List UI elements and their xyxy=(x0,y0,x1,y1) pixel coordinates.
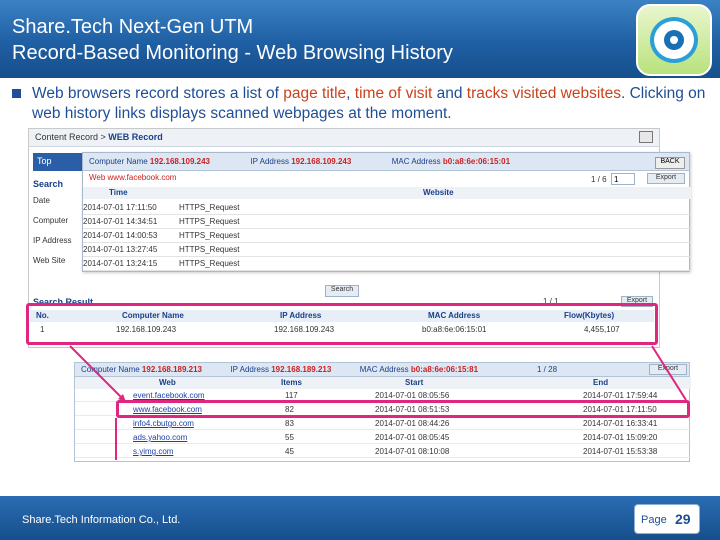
col-end: End xyxy=(593,378,609,387)
summary-column-header: Web Items Start End xyxy=(75,377,691,389)
bullet-text: , xyxy=(346,85,355,102)
highlight-page-title: page title xyxy=(283,85,347,102)
row-time: 2014-07-01 13:27:45 xyxy=(83,245,158,254)
page-badge: Page 29 xyxy=(634,504,700,534)
tab-top[interactable]: Top xyxy=(33,153,83,171)
table-row[interactable]: info4.cbutgo.com 83 2014-07-01 08:44:26 … xyxy=(75,418,691,430)
annotation-highlight-result xyxy=(26,303,658,345)
bullet-text: Web browsers record stores a list of xyxy=(32,85,284,102)
bullet-paragraph: Web browsers record stores a list of pag… xyxy=(12,84,712,124)
cell-end: 2014-07-01 17:59:44 xyxy=(583,391,658,400)
bullet-text: and xyxy=(432,85,467,102)
row-site: HTTPS_Request xyxy=(179,259,240,268)
breadcrumb: Content Record > WEB Record xyxy=(29,129,659,147)
search-section-label: Search xyxy=(33,179,64,189)
ip-address-label: IP Address xyxy=(33,236,72,245)
table-row[interactable]: 2014-07-01 14:00:53 HTTPS_Request xyxy=(83,229,691,243)
row-site: HTTPS_Request xyxy=(179,245,240,254)
ip-address-label: IP Address xyxy=(250,157,289,166)
computer-name-value: 192.168.109.243 xyxy=(149,157,210,166)
col-web: Web xyxy=(159,378,176,387)
row-time: 2014-07-01 14:00:53 xyxy=(83,231,158,240)
page-label: Page xyxy=(641,514,667,526)
cell-start: 2014-07-01 08:05:56 xyxy=(375,391,450,400)
web-link[interactable]: info4.cbutgo.com xyxy=(133,419,194,428)
summary-header: Computer Name 192.168.189.213 IP Address… xyxy=(75,363,689,377)
mac-address-value: b0:a8:6e:06:15:01 xyxy=(442,157,511,166)
cell-items: 45 xyxy=(285,447,294,456)
col-start: Start xyxy=(405,378,424,387)
cell-end: 2014-07-01 16:33:41 xyxy=(583,419,658,428)
ip-address-value: 192.168.109.243 xyxy=(291,157,352,166)
row-time: 2014-07-01 14:34:51 xyxy=(83,217,158,226)
page-number: 29 xyxy=(675,511,691,527)
row-time: 2014-07-01 17:11:50 xyxy=(83,203,157,212)
web-link[interactable]: ads.yahoo.com xyxy=(133,433,187,442)
row-time: 2014-07-01 13:24:15 xyxy=(83,259,158,268)
table-row[interactable]: 2014-07-01 13:27:45 HTTPS_Request xyxy=(83,243,691,257)
computer-name-value: 192.168.189.213 xyxy=(141,365,202,374)
cell-items: 55 xyxy=(285,433,294,442)
row-site: HTTPS_Request xyxy=(179,203,240,212)
mac-address-label: MAC Address xyxy=(391,157,441,166)
site-link[interactable]: Web www.facebook.com xyxy=(89,173,176,182)
search-button[interactable]: Search xyxy=(325,285,359,297)
mac-address-label: MAC Address xyxy=(359,365,409,374)
table-row[interactable]: ads.yahoo.com 55 2014-07-01 08:05:45 201… xyxy=(75,432,691,444)
cell-start: 2014-07-01 08:44:26 xyxy=(375,419,450,428)
computer-label: Computer xyxy=(33,216,69,225)
popup-column-header: Time Website xyxy=(83,187,691,199)
row-site: HTTPS_Request xyxy=(179,231,240,240)
breadcrumb-prefix: Content Record > xyxy=(35,132,109,142)
col-time: Time xyxy=(109,188,128,197)
table-row[interactable]: s.yimg.com 45 2014-07-01 08:10:08 2014-0… xyxy=(75,446,691,458)
footer-bar: Share.Tech Information Co., Ltd. xyxy=(0,496,720,540)
web-detail-popup: Computer Name 192.168.109.243 IP Address… xyxy=(82,152,691,272)
date-label: Date xyxy=(33,196,50,205)
col-items: Items xyxy=(281,378,302,387)
breadcrumb-current[interactable]: WEB Record xyxy=(108,132,163,142)
col-website: Website xyxy=(423,188,454,197)
annotation-highlight-facebook-row xyxy=(116,400,690,418)
cell-items: 83 xyxy=(285,419,294,428)
back-button[interactable]: BACK xyxy=(655,157,685,169)
ip-address-label: IP Address xyxy=(230,365,269,374)
web-link[interactable]: s.yimg.com xyxy=(133,447,173,456)
highlight-tracks-visited: tracks visited websites xyxy=(466,85,621,102)
eye-icon xyxy=(636,4,712,76)
popup-pager: 1 / 6 xyxy=(591,175,607,184)
table-row[interactable]: 2014-07-01 13:24:15 HTTPS_Request xyxy=(83,257,691,271)
highlight-time-of-visit: time of visit xyxy=(354,85,433,102)
slide-title-line2: Record-Based Monitoring - Web Browsing H… xyxy=(12,42,453,64)
slide-title-line1: Share.Tech Next-Gen UTM xyxy=(12,16,254,38)
company-name: Share.Tech Information Co., Ltd. xyxy=(22,514,181,526)
cell-start: 2014-07-01 08:10:08 xyxy=(375,447,450,456)
print-icon[interactable] xyxy=(639,131,653,143)
summary-export-button[interactable]: Export xyxy=(649,364,687,375)
cell-end: 2014-07-01 15:53:38 xyxy=(583,447,658,456)
table-row[interactable]: 2014-07-01 17:11:50 HTTPS_Request xyxy=(83,201,691,215)
title-banner: Share.Tech Next-Gen UTM Record-Based Mon… xyxy=(0,0,720,78)
cell-items: 117 xyxy=(285,391,298,400)
table-row[interactable]: 2014-07-01 14:34:51 HTTPS_Request xyxy=(83,215,691,229)
computer-name-label: Computer Name xyxy=(89,157,148,166)
computer-name-label: Computer Name xyxy=(81,365,140,374)
popup-header: Computer Name 192.168.109.243 IP Address… xyxy=(83,153,689,171)
web-site-label: Web Site xyxy=(33,256,66,265)
summary-pager: 1 / 28 xyxy=(537,365,558,374)
mac-address-value: b0:a8:6e:06:15:81 xyxy=(410,365,479,374)
row-site: HTTPS_Request xyxy=(179,217,240,226)
ip-address-value: 192.168.189.213 xyxy=(271,365,332,374)
page-number-input[interactable]: 1 xyxy=(611,173,635,185)
web-link[interactable]: event.facebook.com xyxy=(133,391,205,400)
cell-end: 2014-07-01 15:09:20 xyxy=(583,433,658,442)
bullet-square-icon xyxy=(12,89,21,98)
popup-export-button[interactable]: Export xyxy=(647,173,685,184)
cell-start: 2014-07-01 08:05:45 xyxy=(375,433,450,442)
